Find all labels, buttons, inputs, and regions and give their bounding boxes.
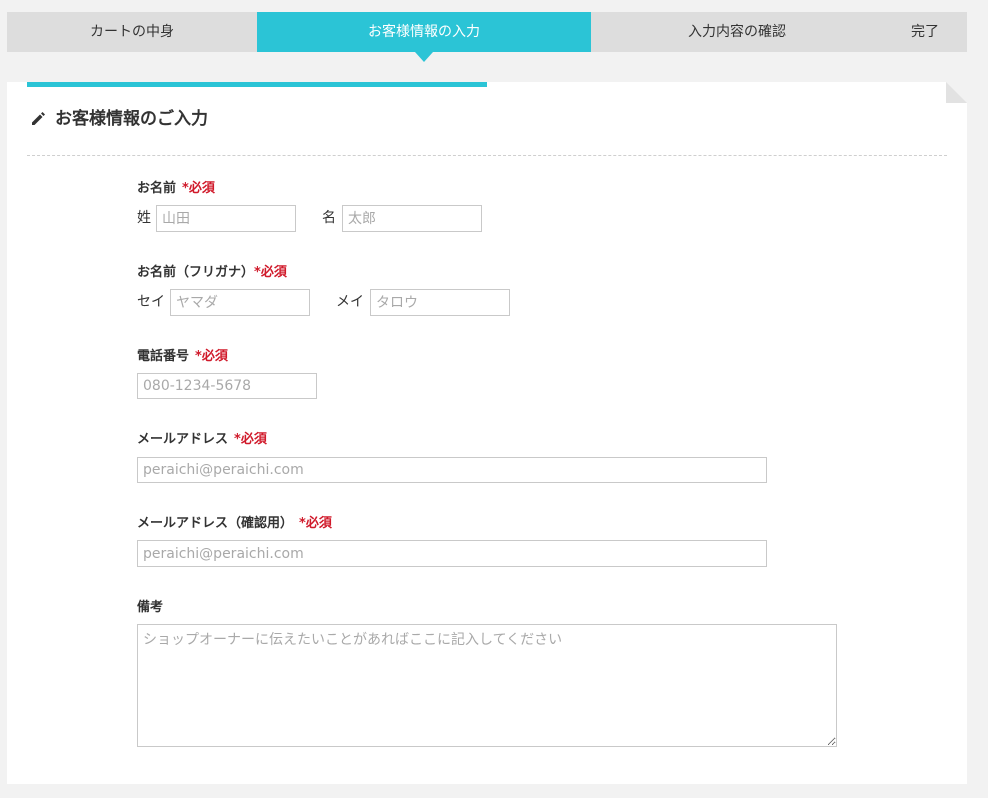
kana-first-label: メイ [336, 294, 364, 310]
required-badge: *必須 [299, 516, 332, 531]
first-name-input[interactable] [342, 205, 482, 232]
checkout-steps: カートの中身 お客様情報の入力 入力内容の確認 完了 [7, 12, 967, 62]
required-badge: *必須 [254, 265, 287, 280]
customer-info-card: お客様情報のご入力 お名前*必須 姓 名 お名前（フリガナ）*必須 セイ メイ … [7, 82, 967, 784]
step-customer-info-active: お客様情報の入力 [257, 12, 591, 52]
notes-label-text: 備考 [137, 600, 164, 615]
email-confirm-input[interactable] [137, 540, 767, 567]
email-input[interactable] [137, 457, 767, 483]
first-name-label: 名 [322, 210, 336, 226]
email-label-text: メールアドレス [137, 432, 229, 447]
section-title-text: お客様情報のご入力 [55, 109, 208, 129]
phone-label: 電話番号 *必須 [137, 345, 228, 364]
email-label: メールアドレス *必須 [137, 428, 267, 447]
step-cart: カートの中身 [90, 24, 174, 40]
required-badge: *必須 [182, 181, 215, 196]
notes-label: 備考 [137, 596, 163, 615]
email-confirm-label: メールアドレス（確認用） *必須 [137, 512, 332, 531]
step-complete: 完了 [911, 24, 939, 40]
kana-first-input[interactable] [370, 289, 510, 316]
required-badge: *必須 [195, 349, 228, 364]
triangle-down-icon [415, 52, 433, 62]
kana-last-input[interactable] [170, 289, 310, 316]
required-badge: *必須 [234, 432, 267, 447]
last-name-input[interactable] [156, 205, 296, 232]
section-divider [27, 155, 947, 156]
kana-label-text: お名前（フリガナ） [137, 265, 255, 280]
last-name-label: 姓 [137, 210, 151, 226]
notes-textarea[interactable] [137, 624, 837, 747]
step-confirm: 入力内容の確認 [688, 24, 786, 40]
section-title: お客様情報のご入力 [29, 106, 208, 132]
name-label: お名前 *必須 [137, 177, 215, 196]
kana-last-label: セイ [137, 294, 165, 310]
page-fold-corner [946, 82, 967, 103]
email-confirm-label-text: メールアドレス（確認用） [137, 516, 294, 531]
pencil-icon [29, 109, 47, 127]
kana-label: お名前（フリガナ）*必須 [137, 261, 287, 280]
phone-label-text: 電話番号 [137, 349, 190, 364]
phone-input[interactable] [137, 373, 317, 399]
name-label-text: お名前 [137, 181, 177, 196]
progress-bar [27, 82, 487, 87]
